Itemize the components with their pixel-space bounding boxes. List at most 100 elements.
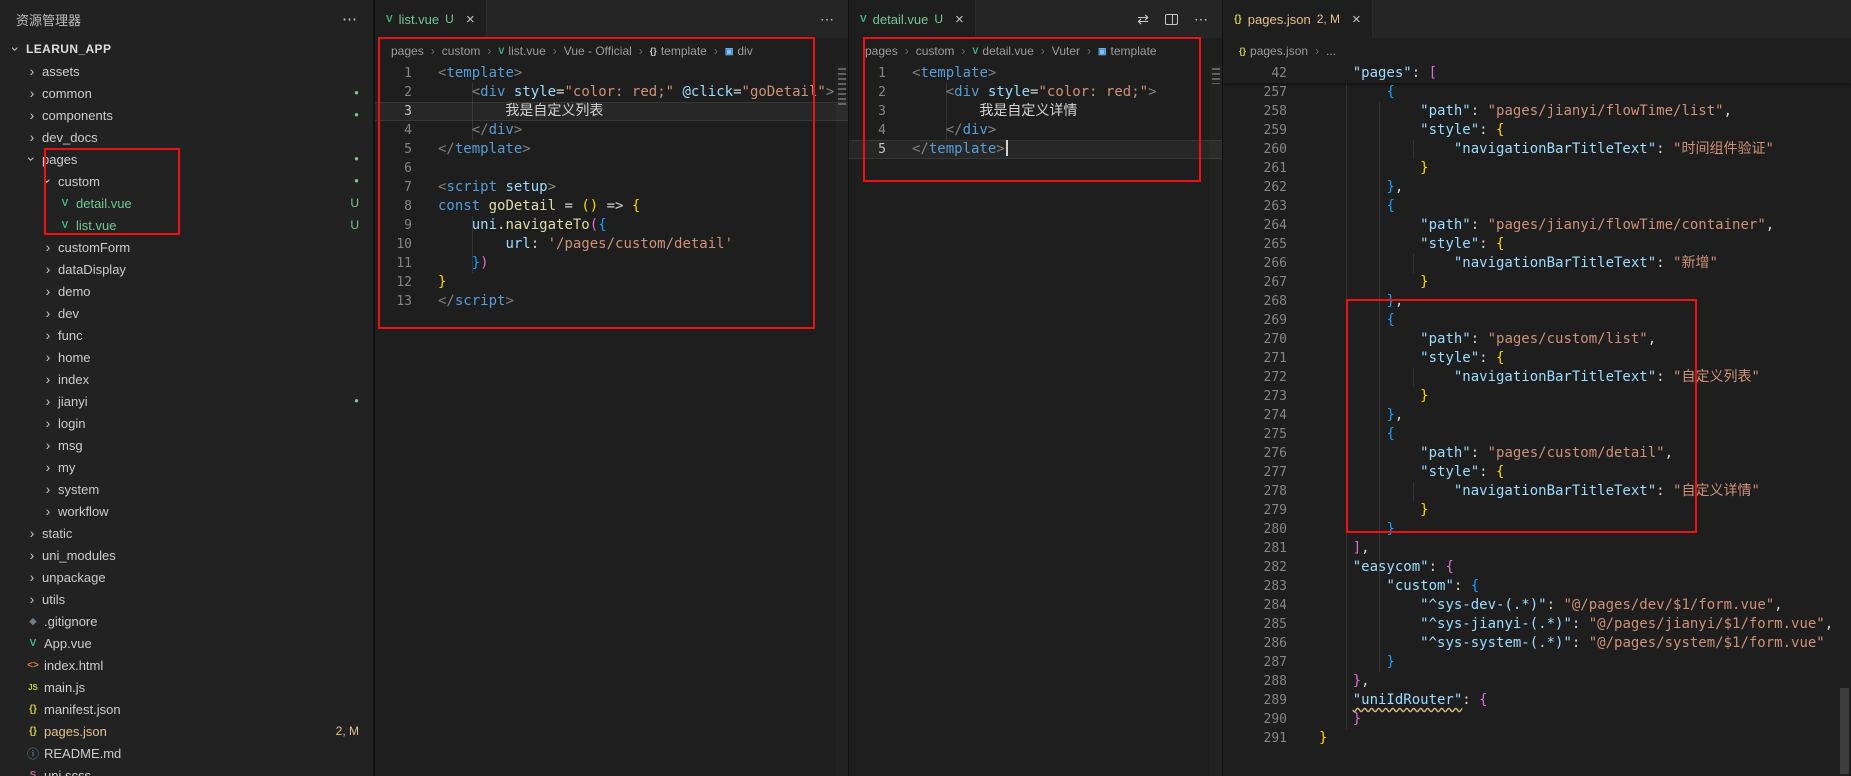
code-line-279[interactable]: 279 } (1223, 501, 1851, 520)
code-line-1[interactable]: 1<template> (375, 64, 848, 83)
folder-dev[interactable]: ›dev (0, 302, 373, 324)
code-line-270[interactable]: 270 "path": "pages/custom/list", (1223, 330, 1851, 349)
folder-workflow[interactable]: ›workflow (0, 500, 373, 522)
code-line-1[interactable]: 1<template> (849, 64, 1222, 83)
code-line-4[interactable]: 4 </div> (849, 121, 1222, 140)
folder-dev-docs[interactable]: ›dev_docs (0, 126, 373, 148)
open-changes-icon[interactable]: ⇄ (1137, 11, 1149, 28)
code-line-286[interactable]: 286 "^sys-system-(.*)": "@/pages/system/… (1223, 634, 1851, 653)
breadcrumb-item-list.vue[interactable]: Vlist.vue (498, 44, 545, 58)
breadcrumb-item-template[interactable]: {}template (650, 44, 707, 58)
folder-system[interactable]: ›system (0, 478, 373, 500)
code-line-283[interactable]: 283 "custom": { (1223, 577, 1851, 596)
code-line-269[interactable]: 269 { (1223, 311, 1851, 330)
tab-pages-json[interactable]: {} pages.json 2, M × (1223, 0, 1373, 38)
code-line-2[interactable]: 2 <div style="color: red;" @click="goDet… (375, 83, 848, 102)
breadcrumb-item-pages[interactable]: pages (391, 44, 424, 58)
file-detail.vue[interactable]: Vdetail.vueU (0, 192, 373, 214)
code-line-285[interactable]: 285 "^sys-jianyi-(.*)": "@/pages/jianyi/… (1223, 615, 1851, 634)
code-line-11[interactable]: 11 }) (375, 254, 848, 273)
code-line-5[interactable]: 5</template> (375, 140, 848, 159)
code-line-276[interactable]: 276 "path": "pages/custom/detail", (1223, 444, 1851, 463)
code-line-260[interactable]: 260 "navigationBarTitleText": "时间组件验证" (1223, 140, 1851, 159)
file-app.vue[interactable]: VApp.vue (0, 632, 373, 654)
more-actions-icon[interactable]: ⋯ (1194, 11, 1208, 28)
code-editor-detail-vue[interactable]: 1<template>2 <div style="color: red;">3 … (849, 64, 1222, 776)
breadcrumb-item-pages[interactable]: pages (865, 44, 898, 58)
code-line-278[interactable]: 278 "navigationBarTitleText": "自定义详情" (1223, 482, 1851, 501)
code-line-263[interactable]: 263 { (1223, 197, 1851, 216)
code-line-282[interactable]: 282 "easycom": { (1223, 558, 1851, 577)
file-index.html[interactable]: <>index.html (0, 654, 373, 676)
code-line-281[interactable]: 281 ], (1223, 539, 1851, 558)
code-line-42[interactable]: 42 "pages": [ (1223, 64, 1851, 83)
code-line-288[interactable]: 288 }, (1223, 672, 1851, 691)
code-line-4[interactable]: 4 </div> (375, 121, 848, 140)
code-line-274[interactable]: 274 }, (1223, 406, 1851, 425)
code-line-3[interactable]: 3 我是自定义详情 (849, 102, 1222, 121)
breadcrumb-item-custom[interactable]: custom (916, 44, 955, 58)
code-line-257[interactable]: 257 { (1223, 83, 1851, 102)
folder-unpackage[interactable]: ›unpackage (0, 566, 373, 588)
folder-static[interactable]: ›static (0, 522, 373, 544)
code-line-266[interactable]: 266 "navigationBarTitleText": "新增" (1223, 254, 1851, 273)
folder-msg[interactable]: ›msg (0, 434, 373, 456)
folder-home[interactable]: ›home (0, 346, 373, 368)
code-editor-list-vue[interactable]: 1<template>2 <div style="color: red;" @c… (375, 64, 848, 776)
folder-customform[interactable]: ›customForm (0, 236, 373, 258)
code-line-13[interactable]: 13</script> (375, 292, 848, 311)
breadcrumb-item-custom[interactable]: custom (442, 44, 481, 58)
file-main.js[interactable]: JSmain.js (0, 676, 373, 698)
code-line-271[interactable]: 271 "style": { (1223, 349, 1851, 368)
folder-login[interactable]: ›login (0, 412, 373, 434)
close-icon[interactable]: × (466, 12, 475, 27)
code-line-265[interactable]: 265 "style": { (1223, 235, 1851, 254)
folder-learun-app[interactable]: ›LEARUN_APP (0, 38, 373, 60)
file-pages.json[interactable]: {}pages.json2, M (0, 720, 373, 742)
code-line-6[interactable]: 6 (375, 159, 848, 178)
breadcrumb-item-detail.vue[interactable]: Vdetail.vue (972, 44, 1033, 58)
code-line-10[interactable]: 10 url: '/pages/custom/detail' (375, 235, 848, 254)
breadcrumb-item-template[interactable]: ▣template (1098, 44, 1157, 58)
code-line-5[interactable]: 5</template> (849, 140, 1222, 159)
folder-demo[interactable]: ›demo (0, 280, 373, 302)
more-actions-icon[interactable]: ⋯ (820, 11, 834, 28)
code-editor-pages-json[interactable]: 42 "pages": [257 {258 "path": "pages/jia… (1223, 64, 1851, 776)
code-line-12[interactable]: 12} (375, 273, 848, 292)
breadcrumb-item-vuter[interactable]: Vuter (1052, 44, 1080, 58)
code-line-289[interactable]: 289 "uniIdRouter": { (1223, 691, 1851, 710)
file-.gitignore[interactable]: ◆.gitignore (0, 610, 373, 632)
breadcrumb-item-pages.json[interactable]: {}pages.json (1239, 44, 1308, 58)
code-line-277[interactable]: 277 "style": { (1223, 463, 1851, 482)
split-editor-icon[interactable] (1165, 14, 1178, 25)
file-manifest.json[interactable]: {}manifest.json (0, 698, 373, 720)
file-uni.scss[interactable]: Suni.scss (0, 764, 373, 776)
code-line-290[interactable]: 290 } (1223, 710, 1851, 729)
folder-datadisplay[interactable]: ›dataDisplay (0, 258, 373, 280)
folder-uni-modules[interactable]: ›uni_modules (0, 544, 373, 566)
code-line-3[interactable]: 3 我是自定义列表 (375, 102, 848, 121)
scrollbar-thumb[interactable] (1840, 688, 1849, 774)
code-line-280[interactable]: 280 } (1223, 520, 1851, 539)
code-line-275[interactable]: 275 { (1223, 425, 1851, 444)
code-line-273[interactable]: 273 } (1223, 387, 1851, 406)
tab-detail-vue[interactable]: V detail.vue U × (849, 0, 976, 38)
code-line-272[interactable]: 272 "navigationBarTitleText": "自定义列表" (1223, 368, 1851, 387)
code-line-258[interactable]: 258 "path": "pages/jianyi/flowTime/list"… (1223, 102, 1851, 121)
breadcrumb-item-div[interactable]: ▣div (725, 44, 753, 58)
close-icon[interactable]: × (1352, 12, 1361, 27)
more-actions-icon[interactable]: ⋯ (342, 10, 357, 28)
code-line-2[interactable]: 2 <div style="color: red;"> (849, 83, 1222, 102)
code-line-7[interactable]: 7<script setup> (375, 178, 848, 197)
folder-custom[interactable]: ›custom● (0, 170, 373, 192)
code-line-262[interactable]: 262 }, (1223, 178, 1851, 197)
minimap[interactable] (836, 64, 848, 776)
minimap[interactable] (1210, 64, 1222, 776)
folder-assets[interactable]: ›assets (0, 60, 373, 82)
folder-common[interactable]: ›common● (0, 82, 373, 104)
folder-pages[interactable]: ›pages● (0, 148, 373, 170)
code-line-261[interactable]: 261 } (1223, 159, 1851, 178)
code-line-8[interactable]: 8const goDetail = () => { (375, 197, 848, 216)
folder-components[interactable]: ›components● (0, 104, 373, 126)
code-line-284[interactable]: 284 "^sys-dev-(.*)": "@/pages/dev/$1/for… (1223, 596, 1851, 615)
